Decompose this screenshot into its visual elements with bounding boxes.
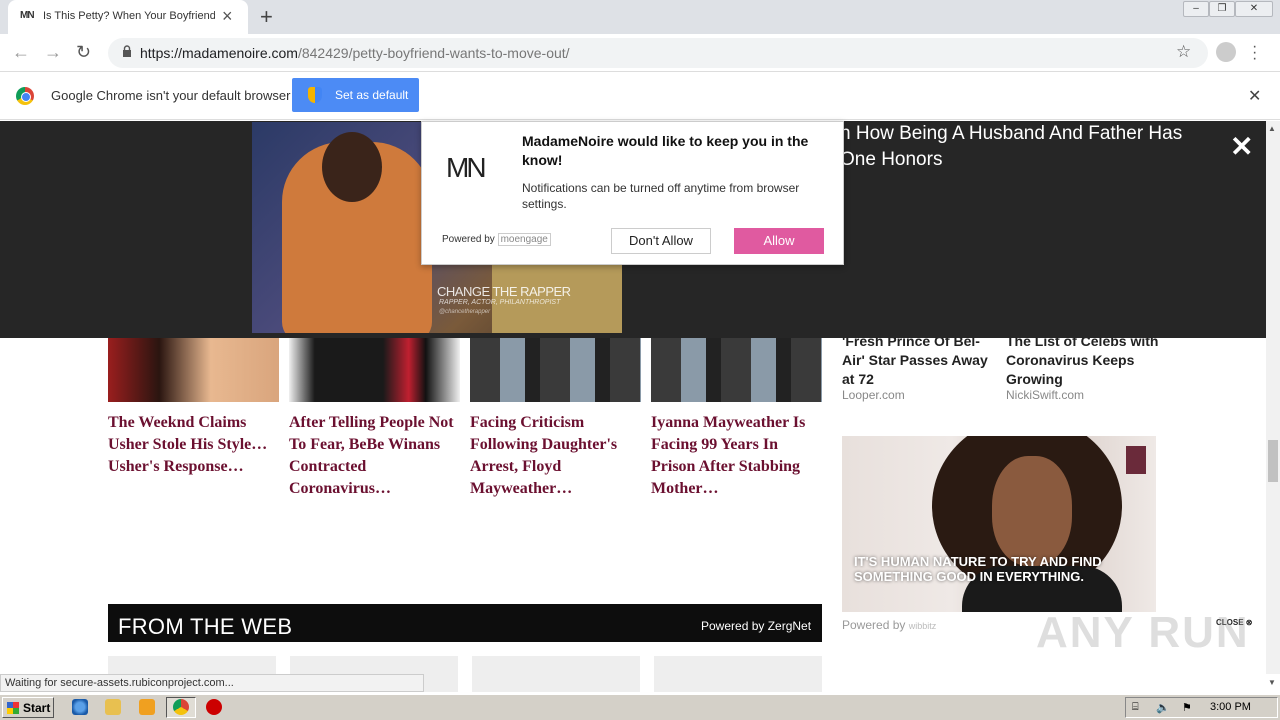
web-thumbnail[interactable] <box>654 656 822 692</box>
tab-favicon: MN <box>20 10 35 21</box>
set-as-default-button[interactable]: Set as default <box>292 78 419 112</box>
page-scrollbar[interactable] <box>1266 121 1280 674</box>
shield-icon <box>308 87 322 103</box>
popup-description: Notifications can be turned off anytime … <box>522 181 800 211</box>
notification-permission-popup: MN MadameNoire would like to keep you in… <box>421 121 844 265</box>
video-subcaption: RAPPER, ACTOR, PHILANTHROPIST <box>439 299 561 306</box>
forward-arrow-icon[interactable]: → <box>44 42 62 63</box>
article-title[interactable]: Iyanna Mayweather Is Facing 99 Years In … <box>651 412 826 500</box>
ad-caption: IT'S HUMAN NATURE TO TRY AND FIND SOMETH… <box>854 554 1102 584</box>
browser-tab[interactable]: MN Is This Petty? When Your Boyfriend × <box>8 0 248 34</box>
chrome-icon <box>173 699 189 715</box>
popup-powered-by: Powered by moengage <box>442 233 551 246</box>
url-text[interactable]: https://madamenoire.com/842429/petty-boy… <box>140 45 570 61</box>
volume-icon[interactable]: 🔈 <box>1156 701 1170 714</box>
article-thumbnail[interactable] <box>651 338 822 402</box>
web-thumbnail[interactable] <box>472 656 640 692</box>
infobar-message: Google Chrome isn't your default browser <box>51 88 291 103</box>
scrollbar-thumb[interactable] <box>1268 440 1278 482</box>
window-close-icon[interactable]: ✕ <box>1235 1 1273 17</box>
overlay-headline[interactable]: n How Being A Husband And Father Has One… <box>840 121 1220 173</box>
restore-icon[interactable]: ❐ <box>1209 1 1235 17</box>
ad-image-face <box>992 456 1072 566</box>
scroll-down-arrow-icon[interactable]: ▼ <box>1268 678 1276 687</box>
media-player-icon[interactable] <box>139 699 155 715</box>
lock-icon <box>123 45 131 57</box>
start-label: Start <box>23 701 51 715</box>
sidebar-story-source[interactable]: Looper.com <box>842 388 905 402</box>
status-bubble: Waiting for secure-assets.rubiconproject… <box>0 674 424 692</box>
browser-toolbar: ← → ↻ https://madamenoire.com/842429/pet… <box>0 34 1280 72</box>
sidebar-video-ad[interactable]: IT'S HUMAN NATURE TO TRY AND FIND SOMETH… <box>842 436 1156 612</box>
article-title[interactable]: Facing Criticism Following Daughter's Ar… <box>470 412 645 500</box>
windows-taskbar: Start ⌸ 🔈 ⚑ 3:00 PM <box>0 694 1280 720</box>
overlay-close-icon[interactable]: ✕ <box>1230 130 1253 163</box>
taskbar-chrome-button[interactable] <box>166 697 196 718</box>
ie-icon[interactable] <box>72 699 88 715</box>
start-button[interactable]: Start <box>2 697 54 718</box>
menu-icon[interactable]: · · · <box>1252 39 1257 67</box>
madamenoire-logo: MN <box>446 152 487 183</box>
reload-icon[interactable]: ↻ <box>76 42 91 63</box>
opera-icon[interactable] <box>206 699 222 715</box>
infobar-close-icon[interactable]: ✕ <box>1248 86 1261 106</box>
zergnet-credit[interactable]: Powered by ZergNet <box>701 619 811 633</box>
dont-allow-button[interactable]: Don't Allow <box>611 228 711 254</box>
article-title[interactable]: After Telling People Not To Fear, BeBe W… <box>289 412 464 500</box>
tab-close-icon[interactable]: × <box>222 6 233 27</box>
sidebar-story-title[interactable]: The List of Celebs with Coronavirus Keep… <box>1006 332 1166 389</box>
from-the-web-header: FROM THE WEB Powered by ZergNet <box>108 604 822 642</box>
anyrun-watermark: ANY RUN <box>1036 608 1250 657</box>
video-handle: @chancetherapper <box>439 309 491 315</box>
sidebar-story-source[interactable]: NickiSwift.com <box>1006 388 1084 402</box>
new-tab-plus-icon[interactable]: + <box>260 4 273 30</box>
popup-title: MadameNoire would like to keep you in th… <box>522 133 809 168</box>
ad-powered-by: Powered by wibbitz <box>842 618 937 632</box>
tab-title: Is This Petty? When Your Boyfriend <box>43 10 215 22</box>
minimize-icon[interactable]: – <box>1183 1 1209 17</box>
taskbar-clock[interactable]: 3:00 PM <box>1210 701 1251 713</box>
article-thumbnail[interactable] <box>108 338 279 402</box>
flag-icon[interactable]: ⚑ <box>1182 701 1192 714</box>
windows-logo-icon <box>7 702 19 714</box>
scroll-up-arrow-icon[interactable]: ▲ <box>1268 124 1276 133</box>
ad-logo-icon <box>1126 446 1146 474</box>
article-title[interactable]: The Weeknd Claims Usher Stole His Style…… <box>108 412 283 478</box>
video-caption: CHANGE THE RAPPER <box>437 284 571 299</box>
from-the-web-heading: FROM THE WEB <box>118 614 293 639</box>
bookmark-star-icon[interactable]: ☆ <box>1176 42 1191 62</box>
article-thumbnail[interactable] <box>470 338 641 402</box>
set-as-default-label: Set as default <box>335 88 409 102</box>
back-arrow-icon[interactable]: ← <box>12 42 30 63</box>
default-browser-infobar: Google Chrome isn't your default browser… <box>0 72 1280 120</box>
system-tray: ⌸ 🔈 ⚑ 3:00 PM <box>1125 697 1278 718</box>
chrome-logo-icon <box>16 87 34 105</box>
network-icon[interactable]: ⌸ <box>1132 701 1139 714</box>
sidebar-story-title[interactable]: 'Fresh Prince Of Bel-Air' Star Passes Aw… <box>842 332 1002 389</box>
video-figure-head <box>322 132 382 202</box>
allow-button[interactable]: Allow <box>734 228 824 254</box>
folder-icon[interactable] <box>105 699 121 715</box>
address-bar[interactable]: https://madamenoire.com/842429/petty-boy… <box>108 38 1208 68</box>
article-thumbnail[interactable] <box>289 338 460 402</box>
account-icon[interactable] <box>1216 42 1236 62</box>
